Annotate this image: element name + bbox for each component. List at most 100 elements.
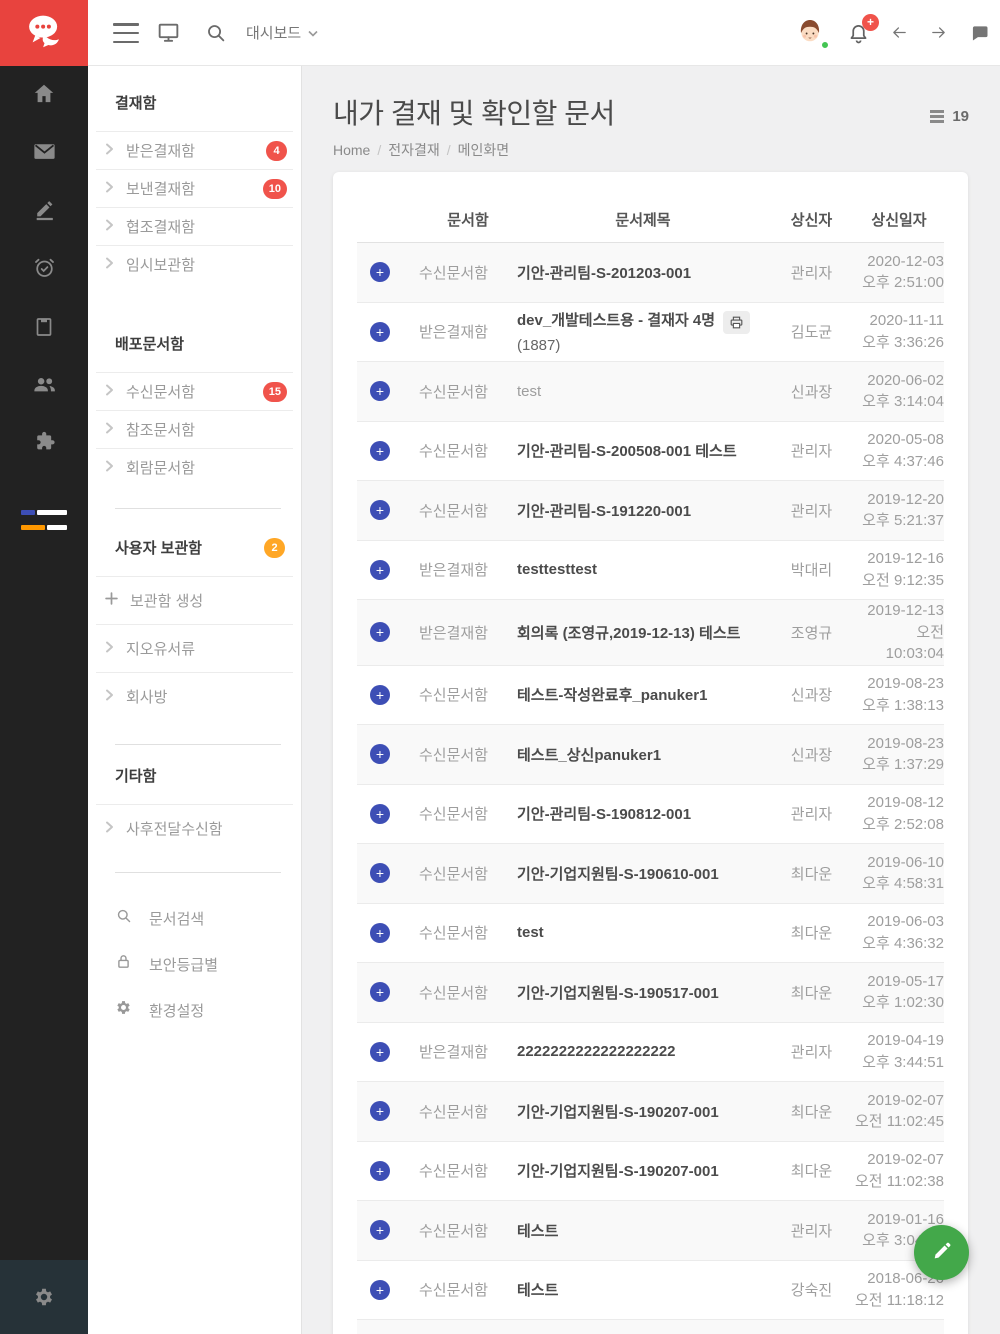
- document-title-link[interactable]: dev_개발테스트용 - 결재자 4명: [517, 312, 715, 329]
- unread-count-badge: 4: [266, 141, 287, 161]
- sidebar-item-label: 보관함 생성: [130, 590, 203, 611]
- list-icon: [930, 110, 944, 123]
- sidebar-item[interactable]: 회사방: [96, 672, 293, 720]
- expand-row-plus-button[interactable]: +: [370, 500, 390, 520]
- document-title-link[interactable]: 기안-관리팀-S-200508-001 테스트: [517, 443, 737, 460]
- sidebar-item[interactable]: 수신문서함15: [96, 372, 293, 410]
- expand-row-plus-button[interactable]: +: [370, 262, 390, 282]
- submitted-date-cell: 2019-02-07오전 11:02:38: [854, 1149, 944, 1192]
- document-title-link[interactable]: 테스트: [517, 1223, 558, 1240]
- notification-count-badge: +: [862, 14, 879, 31]
- dashboard-dropdown[interactable]: 대시보드: [246, 22, 318, 43]
- breadcrumb-item[interactable]: 전자결재: [388, 142, 440, 158]
- sender-cell: 최다운: [769, 1160, 854, 1181]
- sidebar-item[interactable]: 보낸결재함10: [96, 169, 293, 207]
- sidebar-item[interactable]: 협조결재함: [96, 207, 293, 245]
- document-title-link[interactable]: 기안-기업지원팀-S-190207-001: [517, 1163, 719, 1180]
- expand-row-plus-button[interactable]: +: [370, 982, 390, 1002]
- sidebar-tool-label: 보안등급별: [149, 954, 218, 975]
- expand-row-plus-button[interactable]: +: [370, 622, 390, 642]
- document-title-link[interactable]: 기안-관리팀-S-201203-001: [517, 265, 691, 282]
- expand-row-plus-button[interactable]: +: [370, 1042, 390, 1062]
- rail-mail-button[interactable]: [0, 124, 88, 182]
- document-title-link[interactable]: testtesttest: [517, 561, 597, 578]
- sidebar-item[interactable]: 임시보관함: [96, 245, 293, 283]
- table-row: +수신문서함기안-기업지원팀-S-190207-001최다운2019-02-07…: [357, 1082, 944, 1142]
- rail-compose-button[interactable]: [0, 182, 88, 240]
- sender-cell: 관리자: [769, 803, 854, 824]
- print-icon[interactable]: [723, 311, 750, 334]
- create-storage-button[interactable]: 보관함 생성: [96, 576, 293, 624]
- search-icon[interactable]: [204, 21, 227, 44]
- document-box-cell: 수신문서함: [419, 922, 517, 943]
- sidebar-tool-gear[interactable]: 환경설정: [88, 987, 301, 1033]
- expand-row-plus-button[interactable]: +: [370, 923, 390, 943]
- expand-row-plus-button[interactable]: +: [370, 1101, 390, 1121]
- expand-row-plus-button[interactable]: +: [370, 322, 390, 342]
- expand-row-plus-button[interactable]: +: [370, 1220, 390, 1240]
- expand-row-plus-button[interactable]: +: [370, 381, 390, 401]
- sidebar-item[interactable]: 회람문서함: [96, 448, 293, 486]
- app-logo[interactable]: [0, 0, 88, 66]
- document-title-link[interactable]: 테스트-작성완료후_panuker1: [517, 687, 707, 704]
- sender-cell: 신과장: [769, 381, 854, 402]
- compose-fab-button[interactable]: [914, 1225, 969, 1280]
- column-header: 상신일자: [854, 209, 944, 230]
- document-title-cell: testtesttest: [517, 561, 769, 578]
- hamburger-menu-icon[interactable]: [113, 23, 139, 43]
- sidebar-item[interactable]: 사후전달수신함: [96, 804, 293, 852]
- rail-alarm-button[interactable]: [0, 240, 88, 298]
- submitted-date-cell: 2019-08-23오후 1:38:13: [854, 673, 944, 716]
- sidebar-item[interactable]: 지오유서류: [96, 624, 293, 672]
- document-box-cell: 수신문서함: [419, 803, 517, 824]
- monitor-icon[interactable]: [156, 20, 181, 45]
- sender-cell: 최다운: [769, 1101, 854, 1122]
- document-title-link[interactable]: 기안-관리팀-S-190812-001: [517, 806, 691, 823]
- nav-forward-arrow-icon[interactable]: [929, 24, 948, 41]
- expand-row-plus-button[interactable]: +: [370, 863, 390, 883]
- expand-row-plus-button[interactable]: +: [370, 560, 390, 580]
- document-title-link[interactable]: 기안-기업지원팀-S-190517-001: [517, 985, 719, 1002]
- pencil-icon: [930, 1239, 954, 1266]
- submitted-date-cell: 2020-05-08오후 4:37:46: [854, 429, 944, 472]
- document-title-link[interactable]: test: [517, 924, 544, 941]
- document-title-link[interactable]: 2222222222222222222: [517, 1043, 676, 1060]
- submitted-date-cell: 2019-06-03오후 4:36:32: [854, 911, 944, 954]
- sidebar-tool-lock[interactable]: 보안등급별: [88, 941, 301, 987]
- messenger-chat-icon[interactable]: [970, 23, 990, 43]
- expand-row-plus-button[interactable]: +: [370, 685, 390, 705]
- notifications-bell-icon[interactable]: +: [846, 20, 870, 46]
- document-title-link[interactable]: 기안-기업지원팀-S-190610-001: [517, 866, 719, 883]
- table-row: +수신문서함테스트_상신panuker1신과장2019-08-23오후 1:37…: [357, 725, 944, 785]
- sidebar-item-label: 지오유서류: [126, 638, 195, 659]
- user-avatar[interactable]: [791, 13, 829, 51]
- rail-home-button[interactable]: [0, 66, 88, 124]
- breadcrumb: Home/전자결재/메인화면: [333, 140, 968, 160]
- rail-people-button[interactable]: [0, 356, 88, 414]
- table-row: +수신문서함기안-기업지원팀-S-190517-001최다운2019-05-17…: [357, 963, 944, 1023]
- sender-cell: 신과장: [769, 744, 854, 765]
- breadcrumb-item[interactable]: Home: [333, 142, 370, 158]
- document-box-cell: 수신문서함: [419, 1220, 517, 1241]
- document-title-link[interactable]: 회의록 (조영규,2019-12-13) 테스트: [517, 625, 740, 642]
- document-title-link[interactable]: 테스트: [517, 1282, 558, 1299]
- document-title-link[interactable]: 기안-기업지원팀-S-190207-001: [517, 1104, 719, 1121]
- document-box-cell: 받은결재함: [419, 321, 517, 342]
- rail-puzzle-button[interactable]: [0, 414, 88, 472]
- settings-gear-icon[interactable]: [33, 1286, 55, 1308]
- expand-row-plus-button[interactable]: +: [370, 1280, 390, 1300]
- document-title-link[interactable]: 테스트_상신panuker1: [517, 747, 661, 764]
- sidebar-item[interactable]: 받은결재함4: [96, 131, 293, 169]
- sidebar-section-title: 사용자 보관함2: [88, 509, 301, 576]
- document-title-link[interactable]: 기안-관리팀-S-191220-001: [517, 503, 691, 520]
- rail-clipboard-button[interactable]: [0, 298, 88, 356]
- nav-back-arrow-icon[interactable]: [890, 24, 909, 41]
- expand-row-plus-button[interactable]: +: [370, 441, 390, 461]
- sidebar-tool-search[interactable]: 문서검색: [88, 895, 301, 941]
- sidebar-item[interactable]: 참조문서함: [96, 410, 293, 448]
- expand-row-plus-button[interactable]: +: [370, 804, 390, 824]
- expand-row-plus-button[interactable]: +: [370, 1161, 390, 1181]
- breadcrumb-item[interactable]: 메인화면: [458, 142, 510, 158]
- expand-row-plus-button[interactable]: +: [370, 744, 390, 764]
- document-title-link[interactable]: test: [517, 383, 541, 400]
